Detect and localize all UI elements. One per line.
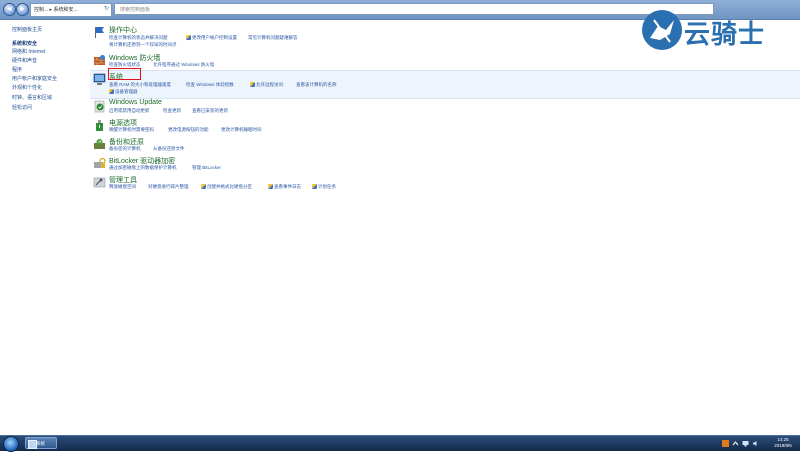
uac-shield-icon bbox=[312, 184, 317, 189]
sidebar-item-network[interactable]: 网络和 Internet bbox=[12, 48, 45, 55]
section-bitlocker: BitLocker 驱动器加密 通过加密磁盘上的数据保护计算机 管理 BitLo… bbox=[90, 156, 800, 173]
knight-logo-icon bbox=[642, 10, 682, 50]
section-link[interactable]: 更改用户帐户控制设置 bbox=[186, 35, 237, 41]
section-title[interactable]: Windows Update bbox=[109, 99, 162, 106]
forward-button[interactable]: ► bbox=[16, 3, 29, 16]
bitlocker-icon bbox=[94, 157, 106, 168]
main-panel: 操作中心 检查计算机的状态并解决问题 更改用户帐户控制设置 常见计算机问题疑难解… bbox=[90, 20, 800, 435]
watermark-text: 云骑士 bbox=[684, 20, 766, 50]
section-link[interactable]: 允许远程访问 bbox=[250, 82, 283, 88]
section-link[interactable]: 通过加密磁盘上的数据保护计算机 bbox=[109, 165, 177, 171]
watermark: 云骑士 bbox=[640, 8, 790, 53]
section-title[interactable]: 操作中心 bbox=[109, 25, 137, 35]
section-system: 系统 查看 RAM 的大小和处理器速度 检查 Windows 体验指数 允许远程… bbox=[90, 70, 800, 99]
sidebar-item-clock-region[interactable]: 时钟、语言和区域 bbox=[12, 94, 52, 101]
section-link[interactable]: 备份您的计算机 bbox=[109, 146, 141, 152]
taskbar: 系统 14:25 2019/9/6 bbox=[0, 435, 800, 452]
section-admin-tools: 管理工具 释放磁盘空间 对硬盘进行碎片整理 创建并格式化硬盘分区 查看事件日志 … bbox=[90, 175, 800, 192]
section-link[interactable]: 检查更新 bbox=[163, 108, 181, 114]
network-icon[interactable] bbox=[742, 440, 749, 447]
computer-icon bbox=[93, 73, 106, 85]
section-windows-update: Windows Update 启用或禁用自动更新 检查更新 查看已安装的更新 bbox=[90, 99, 800, 116]
section-link[interactable]: 创建并格式化硬盘分区 bbox=[201, 184, 252, 190]
section-link[interactable]: 管理 BitLocker bbox=[192, 165, 221, 171]
uac-shield-icon bbox=[268, 184, 273, 189]
highlight-box bbox=[108, 68, 141, 80]
uac-shield-icon bbox=[201, 184, 206, 189]
address-text: 控制... ▸ 系统和安... bbox=[34, 7, 78, 13]
section-link[interactable]: 释放磁盘空间 bbox=[109, 184, 136, 190]
admin-tools-icon bbox=[93, 177, 106, 188]
firewall-icon bbox=[94, 55, 105, 65]
power-icon bbox=[96, 120, 103, 131]
uac-shield-icon bbox=[250, 82, 255, 87]
sidebar-item-ease-access[interactable]: 轻松访问 bbox=[12, 104, 32, 111]
sidebar-item-home[interactable]: 控制面板主页 bbox=[12, 26, 42, 33]
sidebar-item-hardware[interactable]: 硬件和声音 bbox=[12, 57, 37, 64]
section-firewall: Windows 防火墙 检查防火墙状态 允许程序通过 Windows 防火墙 bbox=[90, 53, 800, 69]
section-link[interactable]: 对硬盘进行碎片整理 bbox=[148, 184, 189, 190]
section-link[interactable]: 查看事件日志 bbox=[268, 184, 301, 190]
taskbar-clock[interactable]: 14:25 2019/9/6 bbox=[768, 437, 798, 449]
window-icon bbox=[28, 440, 37, 449]
address-bar[interactable]: 控制... ▸ 系统和安... bbox=[30, 3, 112, 17]
uac-shield-icon bbox=[109, 89, 114, 94]
sidebar-item-appearance[interactable]: 外观和个性化 bbox=[12, 84, 42, 91]
section-link[interactable]: 检查 Windows 体验指数 bbox=[186, 82, 234, 88]
flag-icon bbox=[95, 27, 104, 38]
section-link[interactable]: 设备管理器 bbox=[109, 89, 138, 95]
section-link[interactable]: 从备份还原文件 bbox=[153, 146, 185, 152]
volume-icon[interactable] bbox=[752, 440, 759, 447]
clock-date: 2019/9/6 bbox=[774, 443, 792, 448]
search-input[interactable]: 搜索控制面板 bbox=[114, 3, 714, 15]
sidebar-item-programs[interactable]: 程序 bbox=[12, 66, 22, 73]
section-link[interactable]: 计划任务 bbox=[312, 184, 336, 190]
section-link[interactable]: 启用或禁用自动更新 bbox=[109, 108, 150, 114]
section-link[interactable]: 查看已安装的更新 bbox=[192, 108, 228, 114]
sidebar: 控制面板主页 系统和安全 网络和 Internet 硬件和声音 程序 用户帐户和… bbox=[0, 20, 88, 435]
uac-shield-icon bbox=[186, 35, 191, 40]
taskbar-window-button[interactable]: 系统 bbox=[25, 437, 57, 449]
section-link[interactable]: 唤醒计算机时需要密码 bbox=[109, 127, 154, 133]
taskbar-window-label: 系统 bbox=[36, 441, 45, 446]
section-link[interactable]: 常见计算机问题疑难解答 bbox=[248, 35, 298, 41]
tray-arrow-icon[interactable] bbox=[732, 440, 739, 447]
backup-icon bbox=[94, 139, 105, 149]
section-link[interactable]: 更改电源按钮的功能 bbox=[168, 127, 209, 133]
sidebar-item-user-accounts[interactable]: 用户帐户和家庭安全 bbox=[12, 75, 57, 82]
sidebar-item-system-security[interactable]: 系统和安全 bbox=[12, 40, 37, 47]
refresh-button[interactable]: ↻ bbox=[104, 5, 109, 12]
ime-icon[interactable] bbox=[722, 440, 729, 447]
section-link[interactable]: 查看该计算机的名称 bbox=[296, 82, 337, 88]
windows-update-icon bbox=[94, 100, 105, 113]
back-button[interactable]: ◄ bbox=[3, 3, 16, 16]
section-link[interactable]: 更改计算机睡眠时间 bbox=[221, 127, 262, 133]
section-link[interactable]: 检查计算机的状态并解决问题 bbox=[109, 35, 168, 41]
section-power: 电源选项 唤醒计算机时需要密码 更改电源按钮的功能 更改计算机睡眠时间 bbox=[90, 118, 800, 135]
section-link[interactable]: 允许程序通过 Windows 防火墙 bbox=[153, 62, 214, 68]
section-link[interactable]: 查看 RAM 的大小和处理器速度 bbox=[109, 82, 171, 88]
section-backup: 备份和还原 备份您的计算机 从备份还原文件 bbox=[90, 137, 800, 154]
section-link[interactable]: 将计算机还原到一个较早的时间点 bbox=[109, 42, 177, 48]
